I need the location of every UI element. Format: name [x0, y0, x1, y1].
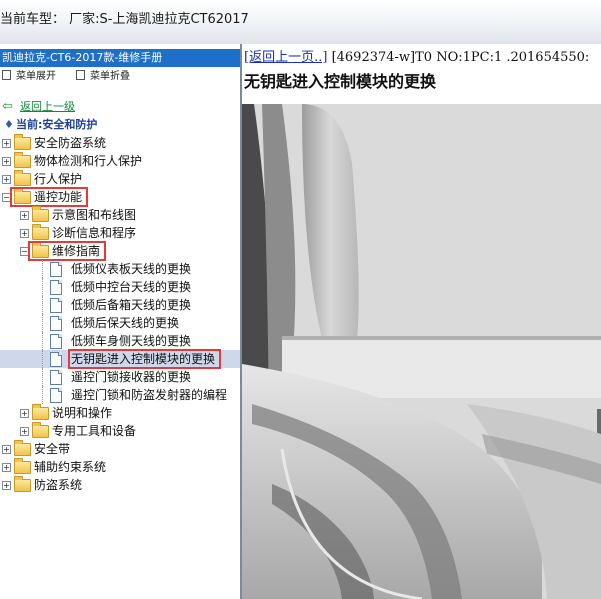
document-icon	[50, 316, 62, 331]
page-title: 无钥匙进入控制模块的更换	[244, 72, 437, 91]
expand-icon[interactable]: +	[2, 481, 11, 490]
tree-item-label: 说明和操作	[52, 406, 113, 420]
tree-connector	[42, 350, 43, 368]
current-vehicle-label: 当前车型： 厂家:S-上海凯迪拉克CT62017	[0, 12, 249, 27]
current-section-label: 当前:安全和防护	[16, 118, 98, 131]
doc-nav: [返回上一页..] [4692374-w]T0 NO:1PC:1 .201654…	[244, 46, 589, 65]
tree-connector	[42, 278, 43, 296]
highlight-box	[28, 241, 106, 261]
title-bar: 当前车型： 厂家:S-上海凯迪拉克CT62017	[0, 0, 601, 45]
tree-item-label: 行人保护	[34, 172, 83, 186]
tree-connector	[42, 332, 43, 350]
folder-icon	[14, 134, 31, 150]
tree-folder-item[interactable]: + 诊断信息和程序	[0, 224, 240, 242]
tree-item-label: 低频中控台天线的更换	[71, 280, 192, 294]
expand-icon[interactable]: +	[20, 211, 29, 220]
menu-icon	[2, 70, 11, 80]
tree-connector	[42, 368, 43, 386]
manual-title: 凯迪拉克-CT6-2017款-维修手册	[2, 51, 163, 64]
collapse-all-button[interactable]: 菜单折叠	[76, 70, 130, 84]
tree-doc-item[interactable]: 低频后备箱天线的更换	[0, 296, 240, 314]
highlight-box	[10, 187, 88, 207]
tree-item-label: 遥控门锁和防盗发射器的编程	[71, 388, 228, 402]
tree-item-label: 低频后备箱天线的更换	[71, 298, 192, 312]
tree-item-label: 安全带	[34, 442, 71, 456]
folder-icon	[32, 206, 49, 222]
tree-doc-item[interactable]: 低频后保天线的更换	[0, 314, 240, 332]
tree-folder-item[interactable]: + 防盗系统	[0, 476, 240, 494]
tree-folder-item[interactable]: + 专用工具和设备	[0, 422, 240, 440]
tree-folder-item[interactable]: + 说明和操作	[0, 404, 240, 422]
expand-icon[interactable]: +	[20, 409, 29, 418]
tree-connector	[42, 296, 43, 314]
expand-icon[interactable]: +	[2, 139, 11, 148]
back-link[interactable]: 返回上一级	[20, 98, 75, 116]
tree-folder-item[interactable]: + 辅助约束系统	[0, 458, 240, 476]
tree-item-label: 遥控门锁接收器的更换	[71, 370, 192, 384]
expand-icon[interactable]: +	[2, 463, 11, 472]
tree-folder-item[interactable]: + 安全防盗系统	[0, 134, 240, 152]
tree-doc-item[interactable]: 低频中控台天线的更换	[0, 278, 240, 296]
tree-doc-item[interactable]: 遥控门锁和防盗发射器的编程	[0, 386, 240, 404]
doc-meta: [4692374-w]T0 NO:1PC:1 .201654550:	[331, 50, 590, 65]
tree-folder-item[interactable]: + 安全带	[0, 440, 240, 458]
tree-item-label: 低频车身侧天线的更换	[71, 334, 192, 348]
content-panel: [返回上一页..] [4692374-w]T0 NO:1PC:1 .201654…	[242, 44, 601, 599]
back-arrow-icon: ⇦	[2, 99, 13, 114]
tree-folder-item[interactable]: + 物体检测和行人保护	[0, 152, 240, 170]
document-icon	[50, 262, 62, 277]
tree-item-label: 诊断信息和程序	[52, 226, 137, 240]
tree-item-label: 辅助约束系统	[34, 460, 107, 474]
navigation-panel: 凯迪拉克-CT6-2017款-维修手册 菜单展开 菜单折叠 ⇦ 返回上一级 ♦ 当前:…	[0, 44, 242, 599]
expand-icon[interactable]: +	[20, 229, 29, 238]
tree-item-label: 低频仪表板天线的更换	[71, 262, 192, 276]
tree-item-label: 低频后保天线的更换	[71, 316, 180, 330]
document-icon	[50, 298, 62, 313]
dashboard-photo-illustration	[242, 104, 601, 599]
tree-doc-item[interactable]: 遥控门锁接收器的更换	[0, 368, 240, 386]
expand-icon[interactable]: +	[2, 175, 11, 184]
folder-icon	[32, 422, 49, 438]
highlight-box	[68, 349, 221, 369]
tree-item-label: 示意图和布线图	[52, 208, 137, 222]
tree-item-label: 防盗系统	[34, 478, 83, 492]
document-icon	[50, 370, 62, 385]
tree-connector	[42, 314, 43, 332]
folder-icon	[14, 170, 31, 186]
expand-icon[interactable]: +	[2, 157, 11, 166]
back-page-link[interactable]: [返回上一页..]	[244, 50, 327, 65]
menu-icon	[76, 70, 85, 80]
tree-folder-item[interactable]: + 行人保护	[0, 170, 240, 188]
tree-toolbar: 菜单展开 菜单折叠	[0, 69, 240, 85]
expand-all-button[interactable]: 菜单展开	[2, 70, 56, 84]
tree-folder-item[interactable]: + 示意图和布线图	[0, 206, 240, 224]
folder-icon	[14, 476, 31, 492]
tree-item-label: 安全防盗系统	[34, 136, 107, 150]
document-icon	[50, 388, 62, 403]
procedure-photo	[242, 104, 601, 599]
expand-icon[interactable]: +	[2, 445, 11, 454]
document-icon	[50, 334, 62, 349]
manual-title-bar: 凯迪拉克-CT6-2017款-维修手册	[0, 49, 240, 67]
folder-icon	[32, 224, 49, 240]
document-icon	[50, 352, 62, 367]
folder-icon	[14, 458, 31, 474]
document-icon	[50, 280, 62, 295]
tree-doc-item[interactable]: 低频仪表板天线的更换	[0, 260, 240, 278]
tree-connector	[42, 386, 43, 404]
tree-item-label: 专用工具和设备	[52, 424, 137, 438]
tree-item-label: 物体检测和行人保护	[34, 154, 143, 168]
tree-connector	[42, 260, 43, 278]
expand-icon[interactable]: +	[20, 427, 29, 436]
folder-icon	[14, 440, 31, 456]
location-icon: ♦	[4, 118, 14, 131]
folder-icon	[14, 152, 31, 168]
folder-icon	[32, 404, 49, 420]
tree-doc-item[interactable]: 低频车身侧天线的更换	[0, 332, 240, 350]
